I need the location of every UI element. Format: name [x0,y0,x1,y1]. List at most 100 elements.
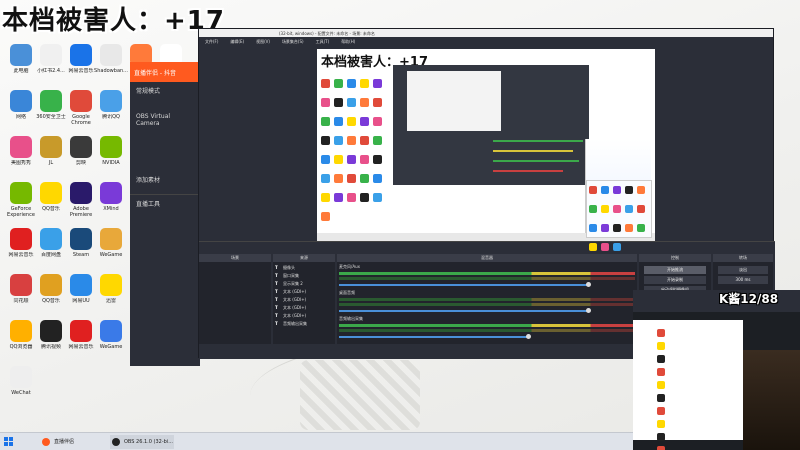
desktop-icon-label: 网易云音乐 [8,252,34,258]
source-item[interactable]: 文本 (GDI+) [273,312,335,320]
desktop-icon[interactable]: 腾讯QQ [94,90,128,126]
desktop-icon[interactable]: Shadowban... [94,44,128,80]
desktop-icon[interactable]: GeForce Experience [4,182,38,218]
desktop-icon[interactable]: NVIDIA [94,136,128,172]
windows-start-icon[interactable] [4,437,14,447]
menu-item[interactable]: 文件(F) [205,39,218,44]
app-icon [100,228,122,250]
volume-slider[interactable] [339,334,531,339]
desktop-icon[interactable]: 腾讯视频 [34,320,68,356]
desktop-icon[interactable]: 小红书2.4... [34,44,68,80]
source-item[interactable]: 文本 (GDI+) [273,304,335,312]
app-icon [10,44,32,66]
desktop-icon[interactable]: JL [34,136,68,172]
desktop-icon[interactable]: Adobe Premiere [64,182,98,218]
desktop-icon[interactable]: 网易云音乐 [64,320,98,356]
control-button[interactable]: 开始录制 [644,276,706,284]
source-item[interactable]: 文本 (GDI+) [273,296,335,304]
app-icon [100,44,122,66]
desktop-icon[interactable]: WeGame [94,228,128,264]
live-companion-icon [42,438,50,446]
monitor-app-icon [657,329,665,337]
volume-meter [339,298,635,301]
desktop-icon-label: QQ浏览器 [9,344,33,350]
source-item[interactable]: 文本 (GDI+) [273,288,335,296]
menu-item[interactable]: 编辑(E) [230,39,244,44]
sources-panel[interactable]: 来源 摄像头窗口采集显示采集 2文本 (GDI+)文本 (GDI+)文本 (GD… [273,254,335,344]
app-icon [100,274,122,296]
mixer-panel[interactable]: 混音器 麦克风/Aux 桌面音频 音频输出采集 [337,254,637,344]
taskbar-item-obs[interactable]: OBS 26.1.0 (32-bi... [110,435,174,449]
desktop-icon[interactable]: WeGame [94,320,128,356]
desktop-icon[interactable]: Steam [64,228,98,264]
desktop-icon[interactable]: Google Chrome [64,90,98,126]
desktop-icon[interactable]: XMind [94,182,128,218]
desktop-icon-label: XMind [103,206,119,212]
transition-select[interactable]: 淡出 [718,266,768,274]
desktop-icon[interactable]: 迅雷 [94,274,128,310]
add-source-button[interactable]: 添加素材 [130,171,200,188]
preview-app-icon [334,98,343,107]
desktop-icon-label: 腾讯QQ [102,114,120,120]
desktop-icon[interactable]: 网易云音乐 [64,44,98,80]
desktop-screen: 本档被害人：+17 此电脑 小红书2.4... 网易云音乐 Shadowban... 网… [0,0,800,450]
monitor-app-icon [657,446,665,450]
virtual-camera-source[interactable]: OBS Virtual Camera [130,109,200,131]
sources-title: 来源 [273,254,335,262]
preview-app-icon [373,117,382,126]
sources-list: 摄像头窗口采集显示采集 2文本 (GDI+)文本 (GDI+)文本 (GDI+)… [273,264,335,328]
menu-item[interactable]: 帮助(H) [341,39,355,44]
transition-duration[interactable]: 300 ms [718,276,768,284]
monitor-app-icon [657,407,665,415]
preview-app-icon [360,136,369,145]
desktop-icon-label: 迅雷 [105,298,116,304]
control-button[interactable]: 开始推流 [644,266,706,274]
source-item[interactable]: 显示采集 2 [273,280,335,288]
desktop-icon-label: 网易UU [72,298,90,304]
app-icon [70,228,92,250]
desktop-icon-label: 网易云音乐 [68,344,94,350]
desktop-icon[interactable]: QQ音乐 [34,274,68,310]
desktop-icon-label: WeChat [11,390,31,396]
mode-select[interactable]: 常规模式 [130,82,200,99]
desktop-icon[interactable]: 剪映 [64,136,98,172]
volume-slider[interactable] [339,308,591,313]
desktop-icon[interactable]: 此电脑 [4,44,38,80]
preview-app-icon [321,98,330,107]
live-companion-window[interactable]: 直播伴侣 - 抖音 常规模式 OBS Virtual Camera 添加素材 直… [130,62,200,366]
wallpaper-sketch-detail [300,360,420,430]
preview-app-icon [347,193,356,202]
preview-app-icon [347,79,356,88]
menu-item[interactable]: 场景集合(S) [282,39,304,44]
desktop-icon[interactable]: 360安全卫士 [34,90,68,126]
desktop-icon-label: GeForce Experience [7,206,35,218]
desktop-icon[interactable]: 同花顺 [4,274,38,310]
webcam-label: K酱12/88 [719,292,779,306]
desktop-icon[interactable]: WeChat [4,366,38,402]
desktop-icon[interactable]: 网易云音乐 [4,228,38,264]
mixer-track[interactable]: 音频输出采集 [339,316,635,342]
desktop-icon[interactable]: QQ浏览器 [4,320,38,356]
source-item[interactable]: 窗口采集 [273,272,335,280]
preview-app-icon [360,79,369,88]
scenes-panel[interactable]: 场景 [199,254,271,344]
preview-app-icon [321,79,330,88]
source-item[interactable]: 音频输出采集 [273,320,335,328]
menu-item[interactable]: 视图(V) [256,39,270,44]
mixer-track-name: 音频输出采集 [339,316,363,321]
desktop-icon[interactable]: 网易UU [64,274,98,310]
mixer-track[interactable]: 桌面音频 [339,290,635,316]
desktop-icon[interactable]: 美图秀秀 [4,136,38,172]
mixer-track[interactable]: 麦克风/Aux [339,264,635,290]
preview-app-icon [373,79,382,88]
volume-slider[interactable] [339,282,591,287]
menu-item[interactable]: 工具(T) [316,39,330,44]
taskbar-item-live-companion[interactable]: 直播伴侣 [40,435,74,449]
desktop-icon[interactable]: 百度网盘 [34,228,68,264]
app-icon [40,228,62,250]
desktop-icon[interactable]: 网络 [4,90,38,126]
desktop-icon[interactable]: QQ音乐 [34,182,68,218]
app-icon [100,90,122,112]
app-icon [10,182,32,204]
source-item[interactable]: 摄像头 [273,264,335,272]
